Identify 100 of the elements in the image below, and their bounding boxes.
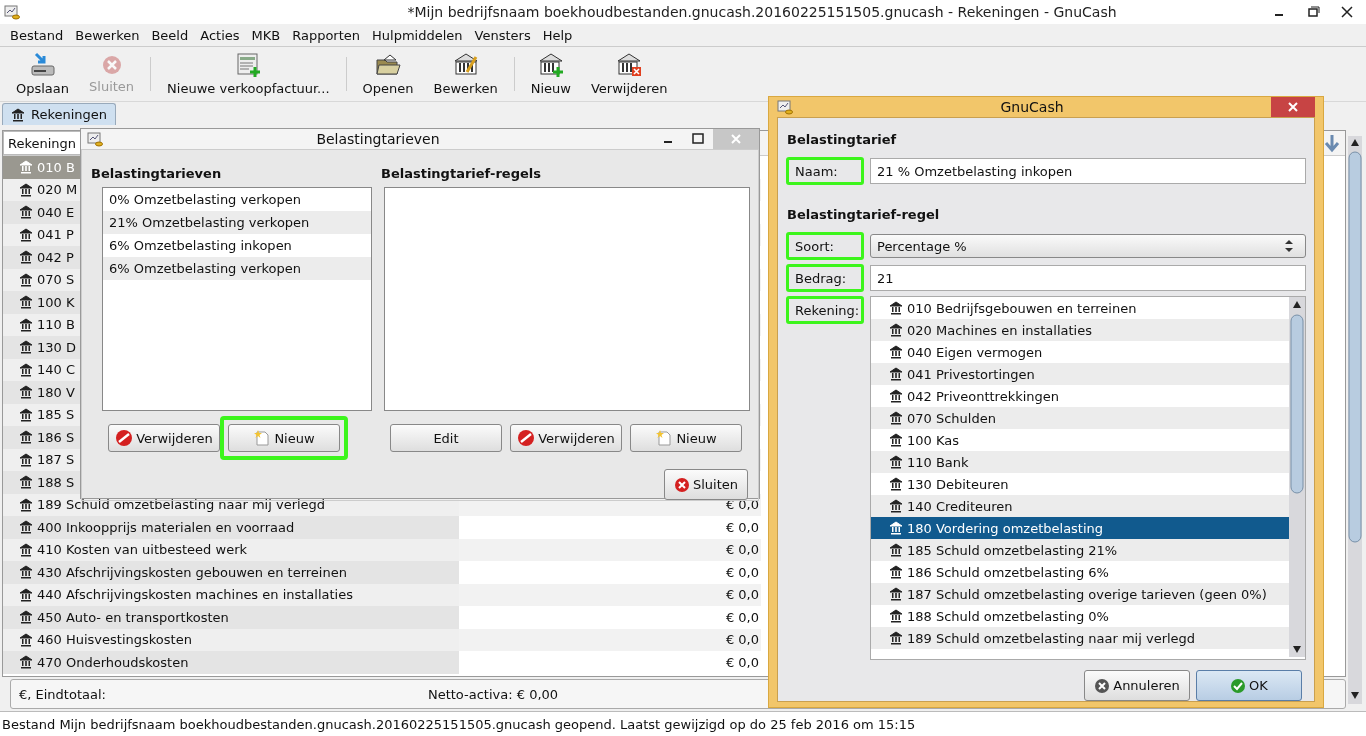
- bank-icon: [889, 301, 903, 315]
- menu-item[interactable]: Bewerken: [69, 27, 146, 43]
- account-row[interactable]: 180 Vordering omzetbelasting: [871, 517, 1289, 539]
- bank-icon: [19, 655, 33, 670]
- field-label: Soort:: [786, 232, 864, 260]
- account-row[interactable]: 110 Bank: [871, 451, 1289, 473]
- scrollbar[interactable]: [1289, 297, 1305, 657]
- bank-icon: [19, 587, 33, 602]
- bank-icon: [889, 367, 903, 381]
- bank-icon: [19, 182, 33, 197]
- account-row[interactable]: 041 Privestortingen: [871, 363, 1289, 385]
- name-field[interactable]: 21 % Omzetbelasting inkopen: [870, 158, 1306, 184]
- bank-pencil-icon: [452, 52, 479, 78]
- toolbar-button[interactable]: Nieuw: [520, 47, 581, 101]
- account-row[interactable]: 470 Onderhoudskosten: [3, 651, 459, 674]
- bank-icon: [19, 520, 33, 535]
- toolbar-button[interactable]: Verwijderen: [580, 47, 678, 101]
- cancel-button[interactable]: Annuleren: [1084, 670, 1190, 701]
- toolbar-button[interactable]: Opslaan: [6, 47, 80, 101]
- account-row[interactable]: 430 Afschrijvingskosten gebouwen en terreinen: [3, 561, 459, 584]
- bank-icon: [889, 609, 903, 623]
- account-row[interactable]: 020 Machines en installaties: [871, 319, 1289, 341]
- account-row[interactable]: 040 Eigen vermogen: [871, 341, 1289, 363]
- close-icon: [100, 54, 123, 76]
- bank-icon: [19, 340, 33, 355]
- bank-icon: [889, 565, 903, 579]
- cancel-icon: [1094, 677, 1111, 694]
- list-item[interactable]: 6% Omzetbelasting inkopen: [103, 234, 371, 257]
- account-row[interactable]: 186 Schuld omzetbelasting 6%: [871, 561, 1289, 583]
- list-item[interactable]: 0% Omzetbelasting verkopen: [103, 188, 371, 211]
- section-heading: Belastingtarief-regels: [381, 166, 542, 181]
- bank-icon: [19, 610, 33, 625]
- menu-item[interactable]: Bestand: [4, 27, 70, 43]
- check-icon: [1230, 677, 1247, 694]
- list-item[interactable]: 6% Omzetbelasting verkopen: [103, 257, 371, 280]
- list-item[interactable]: 21% Omzetbelasting verkopen: [103, 211, 371, 234]
- account-row[interactable]: 188 Schuld omzetbelasting 0%: [871, 605, 1289, 627]
- bank-icon: [19, 452, 33, 467]
- amount: € 0,0: [725, 564, 759, 580]
- bank-icon: [889, 587, 903, 601]
- amount-field[interactable]: 21: [870, 265, 1306, 291]
- amount: € 0,0: [725, 632, 759, 648]
- field-label: Rekening:: [786, 296, 864, 324]
- menu-item[interactable]: MKB: [245, 27, 287, 43]
- amount: € 0,0: [725, 654, 759, 670]
- bank-icon: [19, 475, 33, 490]
- bank-delete-icon: [616, 52, 643, 78]
- bank-icon: [889, 477, 903, 491]
- account-row[interactable]: 100 Kas: [871, 429, 1289, 451]
- menu-item[interactable]: Help: [536, 27, 579, 43]
- new-button[interactable]: Nieuw: [630, 424, 742, 452]
- delete-button[interactable]: Verwijderen: [510, 424, 622, 452]
- account-row[interactable]: 130 Debiteuren: [871, 473, 1289, 495]
- net-assets: Netto-activa: € 0,00: [427, 686, 559, 702]
- account-row[interactable]: 410 Kosten van uitbesteed werk: [3, 538, 459, 561]
- account-row[interactable]: 070 Schulden: [871, 407, 1289, 429]
- account-row[interactable]: 460 Huisvestingskosten: [3, 628, 459, 651]
- bank-icon: [19, 362, 33, 377]
- account-row[interactable]: 185 Schuld omzetbelasting 21%: [871, 539, 1289, 561]
- account-row[interactable]: 187 Schuld omzetbelasting overige tarieven (geen 0%): [871, 583, 1289, 605]
- field-label: Naam:: [786, 157, 864, 185]
- bank-icon: [19, 407, 33, 422]
- bank-icon: [889, 521, 903, 535]
- bank-icon: [889, 455, 903, 469]
- down-arrow-icon[interactable]: [1323, 133, 1341, 153]
- account-row[interactable]: 400 Inkoopprijs materialen en voorraad: [3, 516, 459, 539]
- app-icon: [4, 4, 20, 20]
- type-dropdown[interactable]: Percentage %: [870, 234, 1306, 258]
- tab[interactable]: Rekeningen: [2, 103, 117, 125]
- account-row[interactable]: 450 Auto- en transportkosten: [3, 606, 459, 629]
- toolbar-button[interactable]: Nieuwe verkoopfactuur...: [157, 47, 340, 101]
- close-button[interactable]: Sluiten: [664, 469, 748, 500]
- toolbar-button[interactable]: Bewerken: [423, 47, 508, 101]
- toolbar-button[interactable]: Openen: [352, 47, 424, 101]
- menu-item[interactable]: Vensters: [468, 27, 537, 43]
- bank-icon: [11, 107, 25, 122]
- bank-icon: [19, 565, 33, 580]
- ok-button[interactable]: OK: [1196, 670, 1302, 701]
- delete-button[interactable]: Verwijderen: [108, 424, 220, 452]
- account-row[interactable]: 189 Schuld omzetbelasting naar mij verlegd: [871, 627, 1289, 649]
- menu-item[interactable]: Acties: [194, 27, 246, 43]
- no-entry-icon: [517, 429, 536, 447]
- new-button[interactable]: Nieuw: [228, 424, 340, 452]
- account-row[interactable]: 010 Bedrijfsgebouwen en terreinen: [871, 297, 1289, 319]
- bank-icon: [889, 345, 903, 359]
- folder-icon: [375, 52, 401, 78]
- menu-item[interactable]: Rapporten: [286, 27, 367, 43]
- bank-plus-icon: [537, 52, 564, 78]
- bank-icon: [19, 250, 33, 265]
- bank-icon: [19, 497, 33, 512]
- edit-button[interactable]: Edit: [390, 424, 502, 452]
- menu-item[interactable]: Hulpmiddelen: [366, 27, 469, 43]
- status-text: Bestand Mijn bedrijfsnaam boekhoudbestanden.gnucash.20160225151505.gnucash geopend. Laatst gewijzigd op do 25 feb 2016 om 15:15: [2, 716, 916, 732]
- menu-item[interactable]: Beeld: [145, 27, 195, 43]
- account-row[interactable]: 440 Afschrijvingskosten machines en installaties: [3, 583, 459, 606]
- scrollbar[interactable]: [1348, 136, 1362, 704]
- account-row[interactable]: 140 Crediteuren: [871, 495, 1289, 517]
- bank-icon: [19, 542, 33, 557]
- account-row[interactable]: 042 Priveonttrekkingen: [871, 385, 1289, 407]
- bank-icon: [19, 295, 33, 310]
